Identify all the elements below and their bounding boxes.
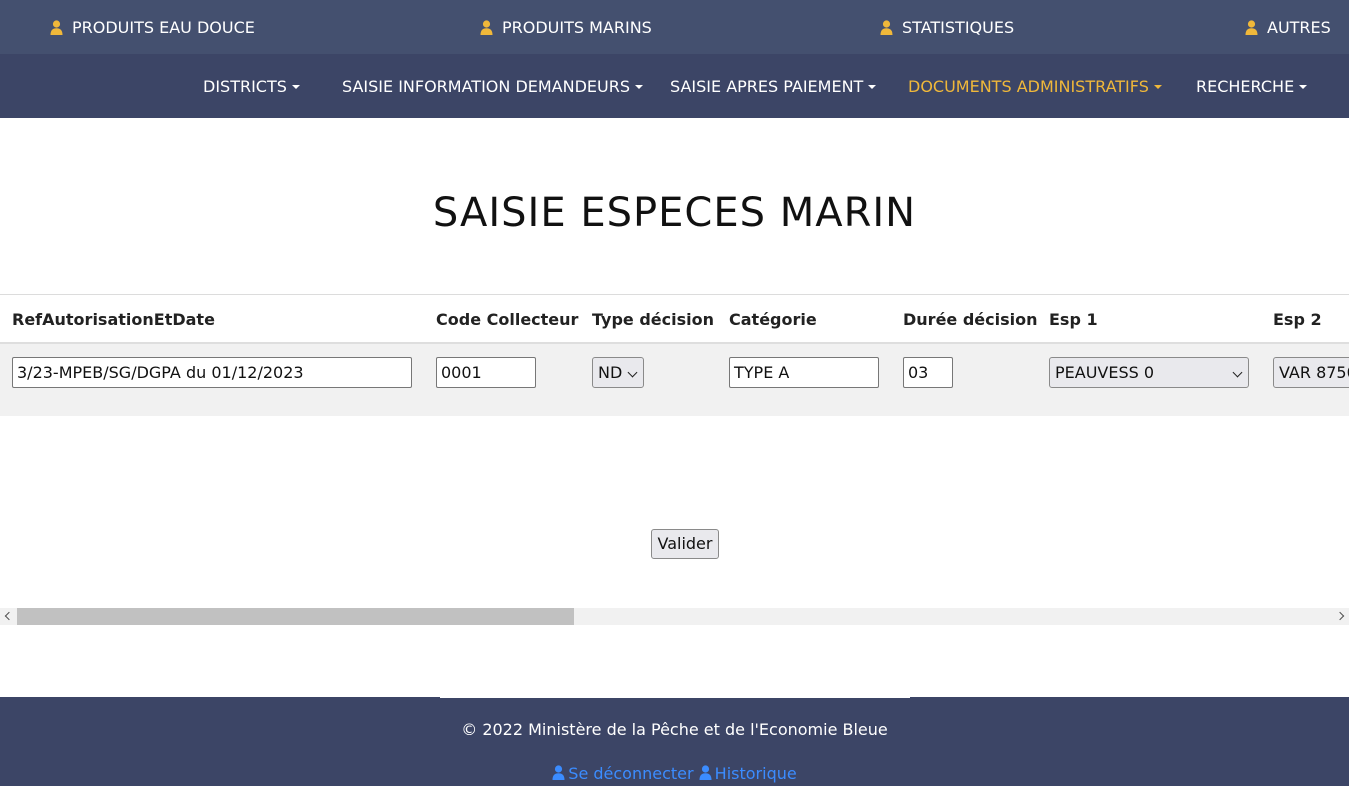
- chevron-down-icon: [627, 367, 638, 378]
- caret-down-icon: [868, 84, 877, 89]
- species-table: RefAutorisationEtDate Code Collecteur Ty…: [0, 294, 1349, 416]
- esp2-select[interactable]: VAR 8750: [1273, 357, 1349, 388]
- table-row: 3/23-MPEB/SG/DGPA du 01/12/2023 0001 ND …: [0, 344, 1349, 416]
- column-header-type-decision: Type décision: [592, 309, 714, 329]
- user-icon: [1245, 19, 1258, 35]
- nav-saisie-information-demandeurs-dropdown[interactable]: SAISIE INFORMATION DEMANDEURS: [342, 54, 643, 118]
- esp1-value: PEAUVESS 0: [1055, 363, 1155, 382]
- caret-down-icon: [1299, 84, 1308, 89]
- caret-down-icon: [291, 84, 300, 89]
- valider-button[interactable]: Valider: [651, 529, 719, 559]
- page-title: SAISIE ESPECES MARIN: [432, 190, 917, 236]
- nav-item-label: DISTRICTS: [203, 76, 287, 96]
- nav-districts-dropdown[interactable]: DISTRICTS: [203, 54, 300, 118]
- scroll-left-arrow-icon[interactable]: [4, 611, 14, 621]
- topbar-item-label: PRODUITS EAU DOUCE: [72, 17, 255, 37]
- ref-autorisation-input[interactable]: 3/23-MPEB/SG/DGPA du 01/12/2023: [12, 357, 412, 388]
- type-decision-select[interactable]: ND: [592, 357, 644, 388]
- nav-recherche-dropdown[interactable]: RECHERCHE: [1196, 54, 1308, 118]
- topbar-item-autres[interactable]: AUTRES: [1245, 0, 1331, 54]
- nav-item-label: SAISIE APRES PAIEMENT: [670, 76, 864, 96]
- table-header-row: RefAutorisationEtDate Code Collecteur Ty…: [0, 295, 1349, 343]
- chevron-down-icon: [1232, 367, 1243, 378]
- scroll-right-arrow-icon[interactable]: [1335, 611, 1345, 621]
- column-header-esp1: Esp 1: [1049, 309, 1098, 329]
- topbar-item-label: STATISTIQUES: [902, 17, 1015, 37]
- caret-down-icon: [635, 84, 643, 89]
- history-link[interactable]: Historique: [699, 764, 797, 783]
- user-icon: [699, 765, 712, 780]
- horizontal-scrollbar[interactable]: [0, 608, 1349, 625]
- column-header-ref-autorisation: RefAutorisationEtDate: [12, 309, 215, 329]
- topbar-item-statistiques[interactable]: STATISTIQUES: [880, 0, 1014, 54]
- logout-link[interactable]: Se déconnecter: [552, 764, 698, 783]
- type-decision-value: ND: [598, 363, 623, 382]
- nav-documents-administratifs-dropdown[interactable]: DOCUMENTS ADMINISTRATIFS: [908, 54, 1162, 118]
- column-header-categorie: Catégorie: [729, 309, 817, 329]
- user-icon: [552, 765, 565, 780]
- caret-down-icon: [1153, 84, 1162, 89]
- user-icon: [50, 19, 63, 35]
- column-header-code-collecteur: Code Collecteur: [436, 309, 579, 329]
- duree-decision-input[interactable]: 03: [903, 357, 953, 388]
- topbar-item-produits-marins[interactable]: PRODUITS MARINS: [480, 0, 652, 54]
- history-label: Historique: [714, 764, 797, 783]
- nav-item-label: SAISIE INFORMATION DEMANDEURS: [342, 76, 630, 96]
- nav-item-label: DOCUMENTS ADMINISTRATIFS: [908, 76, 1149, 96]
- top-bar: PRODUITS EAU DOUCE PRODUITS MARINS STATI…: [0, 0, 1349, 54]
- code-collecteur-input[interactable]: 0001: [436, 357, 536, 388]
- column-header-esp2: Esp 2: [1273, 309, 1322, 329]
- column-header-duree-decision: Durée décision: [903, 309, 1038, 329]
- footer: © 2022 Ministère de la Pêche et de l'Eco…: [0, 697, 1349, 786]
- divider: [440, 697, 910, 698]
- esp2-value: VAR 8750: [1279, 363, 1349, 382]
- user-icon: [480, 19, 493, 35]
- scrollbar-thumb[interactable]: [17, 608, 574, 625]
- topbar-item-produits-eau-douce[interactable]: PRODUITS EAU DOUCE: [50, 0, 255, 54]
- esp1-select[interactable]: PEAUVESS 0: [1049, 357, 1249, 388]
- nav-item-label: RECHERCHE: [1196, 76, 1295, 96]
- topbar-item-label: PRODUITS MARINS: [502, 17, 652, 37]
- logout-label: Se déconnecter: [568, 764, 694, 783]
- user-icon: [880, 19, 893, 35]
- topbar-item-label: AUTRES: [1267, 17, 1331, 37]
- copyright-text: © 2022 Ministère de la Pêche et de l'Eco…: [461, 720, 888, 739]
- main-nav: DISTRICTS SAISIE INFORMATION DEMANDEURS …: [0, 54, 1349, 118]
- nav-saisie-apres-paiement-dropdown[interactable]: SAISIE APRES PAIEMENT: [670, 54, 877, 118]
- footer-links: Se déconnecter Historique: [0, 764, 1349, 783]
- categorie-input[interactable]: TYPE A: [729, 357, 879, 388]
